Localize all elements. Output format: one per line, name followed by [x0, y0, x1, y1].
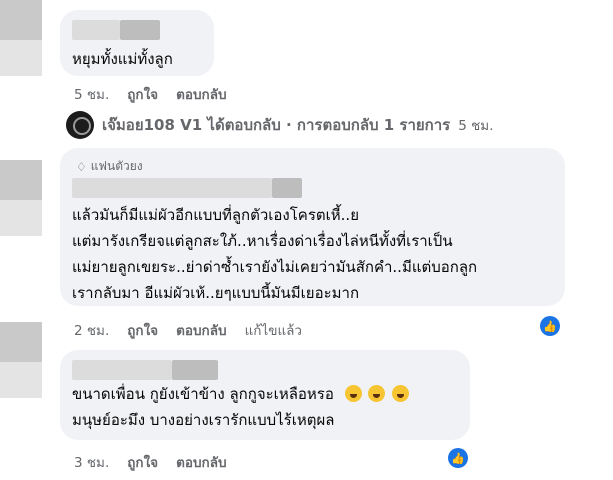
comment-actions: 3 ชม. ถูกใจ ตอบกลับ [74, 451, 245, 473]
commenter-name[interactable] [172, 360, 218, 380]
thumbs-up-icon[interactable]: 👍 [540, 316, 560, 336]
comment-text-line: แม่ยายลูกเขยระ..ย่าด่าซ้ำเรายังไม่เคยว่า… [72, 258, 478, 276]
like-button[interactable]: ถูกใจ [127, 83, 158, 105]
commenter-name[interactable] [72, 20, 120, 40]
comment-text-line: เรากลับมา อีแม่ผัวเห้..ยๆแบบนี้มันมีเยอะ… [72, 284, 360, 302]
comment-actions: 5 ชม. ถูกใจ ตอบกลับ [74, 83, 245, 105]
badge-label: แฟนตัวยง [90, 159, 143, 173]
avatar[interactable] [0, 40, 42, 76]
thumbs-up-icon[interactable]: 👍 [448, 448, 468, 468]
comment-text: ขนาดเพื่อน กูยังเข้าข้าง ลูกกูจะเหลือหรอ [72, 385, 334, 403]
view-replies-link[interactable]: เจ๊มอย108 V1 ได้ตอบกลับ · การตอบกลับ 1 ร… [66, 110, 493, 140]
laughing-crying-emoji-icon [392, 385, 410, 402]
commenter-name[interactable] [72, 360, 172, 380]
comment-timestamp[interactable]: 5 ชม. [74, 83, 109, 105]
laughing-crying-emoji-icon [344, 385, 362, 402]
top-fan-badge: ♢ แฟนตัวยง [76, 157, 143, 176]
comment-timestamp[interactable]: 3 ชม. [74, 451, 109, 473]
emoji-group [344, 381, 412, 407]
comment-timestamp[interactable]: 2 ชม. [74, 319, 109, 341]
commenter-name[interactable] [272, 178, 302, 198]
edited-label: แก้ไขแล้ว [244, 323, 303, 339]
avatar[interactable] [0, 362, 42, 398]
comment-actions: 2 ชม. ถูกใจ ตอบกลับ แก้ไขแล้ว [74, 319, 320, 341]
laughing-crying-emoji-icon [368, 385, 386, 402]
like-button[interactable]: ถูกใจ [127, 319, 158, 341]
comment-text: หยุมทั้งแม่ทั้งลูก [72, 50, 173, 68]
avatar[interactable] [0, 160, 42, 200]
comment-text-line: แล้วมันก็มีแม่ผัวอีกแบบที่ลูกตัวเองโครตเ… [72, 206, 359, 224]
comment-text-line: ขนาดเพื่อน กูยังเข้าข้าง ลูกกูจะเหลือหรอ [72, 381, 411, 407]
like-button[interactable]: ถูกใจ [127, 451, 158, 473]
commenter-name[interactable] [120, 20, 160, 40]
commenter-name[interactable] [72, 178, 272, 198]
reply-timestamp: 5 ชม. [458, 118, 494, 134]
reply-button[interactable]: ตอบกลับ [176, 83, 226, 105]
comment-text-line: มนุษย์อะมึง บางอย่างเรารักแบบไร้เหตุผล [72, 411, 335, 429]
diamond-icon: ♢ [76, 159, 87, 174]
comment-text-line: แต่มารังเกรียจแต่ลูกสะใภ้..หาเรื่องด่าเร… [72, 232, 453, 250]
avatar[interactable] [0, 0, 42, 40]
reply-button[interactable]: ตอบกลับ [176, 319, 226, 341]
replier-avatar [66, 111, 94, 139]
reply-button[interactable]: ตอบกลับ [176, 451, 226, 473]
avatar[interactable] [0, 322, 42, 362]
avatar[interactable] [0, 200, 42, 236]
reply-summary-text[interactable]: เจ๊มอย108 V1 ได้ตอบกลับ · การตอบกลับ 1 ร… [102, 113, 450, 137]
